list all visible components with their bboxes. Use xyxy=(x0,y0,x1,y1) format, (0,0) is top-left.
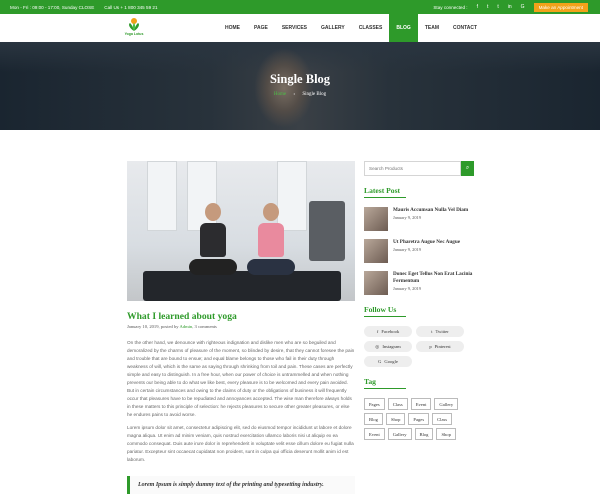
tag-link[interactable]: Shop xyxy=(385,413,406,425)
page-hero: Single Blog Home › Single Blog xyxy=(0,42,600,130)
main-nav: HOME PAGE SERVICES GALLERY CLASSES BLOG … xyxy=(218,14,484,42)
post-content: What I learned about yoga January 10, 20… xyxy=(127,161,355,494)
latest-post-title[interactable]: Ut Pharetra Augue Nec Augue xyxy=(393,239,460,246)
follow-us-heading: Follow Us xyxy=(364,305,474,317)
connect-label: Stay connected : xyxy=(433,4,468,10)
twitter-icon[interactable]: t xyxy=(487,4,488,10)
search-input[interactable] xyxy=(364,161,461,176)
nav-page[interactable]: PAGE xyxy=(247,14,275,42)
tag-heading: Tag xyxy=(364,377,474,389)
twitter-button[interactable]: t Twitter xyxy=(416,326,464,337)
lotus-icon xyxy=(129,18,139,31)
post-body: On the other hand, we denounce with righ… xyxy=(127,339,355,464)
facebook-button[interactable]: f Facebook xyxy=(364,326,412,337)
twitter-label: Twitter xyxy=(435,329,449,334)
google-icon: G xyxy=(378,359,382,364)
tag-link[interactable]: Class xyxy=(387,398,408,410)
latest-post-thumbnail[interactable] xyxy=(364,239,388,263)
nav-classes[interactable]: CLASSES xyxy=(352,14,390,42)
tag-link[interactable]: Blog xyxy=(414,428,434,440)
latest-post-heading: Latest Post xyxy=(364,186,474,198)
tag-link[interactable]: Gallery xyxy=(387,428,412,440)
appointment-button[interactable]: Make an Appointment xyxy=(533,2,588,12)
google-label: Google xyxy=(384,359,398,364)
pinterest-label: Pinterest xyxy=(434,344,451,349)
nav-blog[interactable]: BLOG xyxy=(389,14,418,42)
tag-link[interactable]: Class xyxy=(432,413,453,425)
phone-text: Call Us + 1 800 345 59 21 xyxy=(104,4,158,10)
google-icon[interactable]: G xyxy=(521,4,525,10)
post-title[interactable]: What I learned about yoga xyxy=(127,311,355,322)
breadcrumb-current: Single Blog xyxy=(302,92,327,97)
top-bar: Mon - Fri : 09:00 - 17:00, Sunday CLOSE … xyxy=(0,0,600,14)
tag-link[interactable]: Event xyxy=(410,398,432,410)
post-paragraph: On the other hand, we denounce with righ… xyxy=(127,340,355,417)
post-blockquote: Lorem Ipsum is simply dummy text of the … xyxy=(127,476,355,494)
search-button[interactable]: ⌕ xyxy=(461,161,474,176)
tag-link[interactable]: Event xyxy=(364,428,385,440)
nav-team[interactable]: TEAM xyxy=(418,14,446,42)
tag-link[interactable]: Pages xyxy=(364,398,385,410)
search-icon: ⌕ xyxy=(465,165,470,171)
facebook-label: Facebook xyxy=(381,329,400,334)
sidebar: ⌕ Latest Post Mauris Accumsan Nulla Vel … xyxy=(364,161,474,440)
tag-link[interactable]: Pages xyxy=(408,413,430,425)
instagram-icon: ◎ xyxy=(375,343,380,349)
facebook-icon: f xyxy=(376,329,379,334)
linkedin-icon[interactable]: in xyxy=(508,4,512,10)
tag-link[interactable]: Blog xyxy=(364,413,383,425)
breadcrumb-home[interactable]: Home xyxy=(274,92,286,97)
latest-post-date: January 9, 2019 xyxy=(393,247,421,252)
latest-post-list: Mauris Accumsan Nulla Vel Diam January 9… xyxy=(364,207,474,295)
instagram-label: Instagram xyxy=(382,344,401,349)
twitter-icon: t xyxy=(431,329,433,334)
post-author-link[interactable]: Admin xyxy=(179,324,192,329)
breadcrumb: Home › Single Blog xyxy=(0,92,600,97)
search-box: ⌕ xyxy=(364,161,474,176)
logo[interactable]: Yoga Lotus xyxy=(120,16,148,42)
follow-us-buttons: f Facebook t Twitter ◎ Instagram p Pinterest… xyxy=(364,326,474,367)
nav-services[interactable]: SERVICES xyxy=(275,14,314,42)
latest-post-title[interactable]: Donec Eget Tellus Non Erat Lacinia Ferme… xyxy=(393,271,474,285)
latest-post-date: January 9, 2019 xyxy=(393,215,421,220)
latest-post-thumbnail[interactable] xyxy=(364,271,388,295)
tag-link[interactable]: Shop xyxy=(436,428,456,440)
nav-contact[interactable]: CONTACT xyxy=(446,14,484,42)
breadcrumb-separator-icon: › xyxy=(293,92,296,97)
page-title: Single Blog xyxy=(269,72,331,86)
logo-text: Yoga Lotus xyxy=(124,32,144,36)
latest-post-item[interactable]: Ut Pharetra Augue Nec Augue January 9, 2… xyxy=(364,239,474,263)
hero-background-image xyxy=(254,48,314,128)
tumblr-icon[interactable]: t xyxy=(497,4,498,10)
latest-post-thumbnail[interactable] xyxy=(364,207,388,231)
pinterest-button[interactable]: p Pinterest xyxy=(416,341,464,352)
post-date: January 10, 2019, posted by xyxy=(127,324,179,329)
header: Yoga Lotus HOME PAGE SERVICES GALLERY CL… xyxy=(0,14,600,42)
hours-text: Mon - Fri : 09:00 - 17:00, Sunday CLOSE xyxy=(10,4,95,10)
post-meta: January 10, 2019, posted by Admin, 3 com… xyxy=(127,324,355,329)
post-paragraph: Lorem ipsum dolor sit amet, consectetur … xyxy=(127,425,354,462)
latest-post-date: January 9, 2019 xyxy=(393,286,421,291)
nav-home[interactable]: HOME xyxy=(218,14,247,42)
latest-post-title[interactable]: Mauris Accumsan Nulla Vel Diam xyxy=(393,207,468,214)
latest-post-item[interactable]: Donec Eget Tellus Non Erat Lacinia Ferme… xyxy=(364,271,474,295)
google-button[interactable]: G Google xyxy=(364,356,412,367)
facebook-icon[interactable]: f xyxy=(477,4,478,10)
instagram-button[interactable]: ◎ Instagram xyxy=(364,341,412,352)
pinterest-icon: p xyxy=(429,344,432,349)
nav-gallery[interactable]: GALLERY xyxy=(314,14,352,42)
post-featured-image xyxy=(127,161,355,301)
latest-post-item[interactable]: Mauris Accumsan Nulla Vel Diam January 9… xyxy=(364,207,474,231)
post-comments: , 3 comments xyxy=(192,324,217,329)
tag-cloud: Pages Class Event Gallery Blog Shop Page… xyxy=(364,398,464,440)
tag-link[interactable]: Gallery xyxy=(434,398,459,410)
